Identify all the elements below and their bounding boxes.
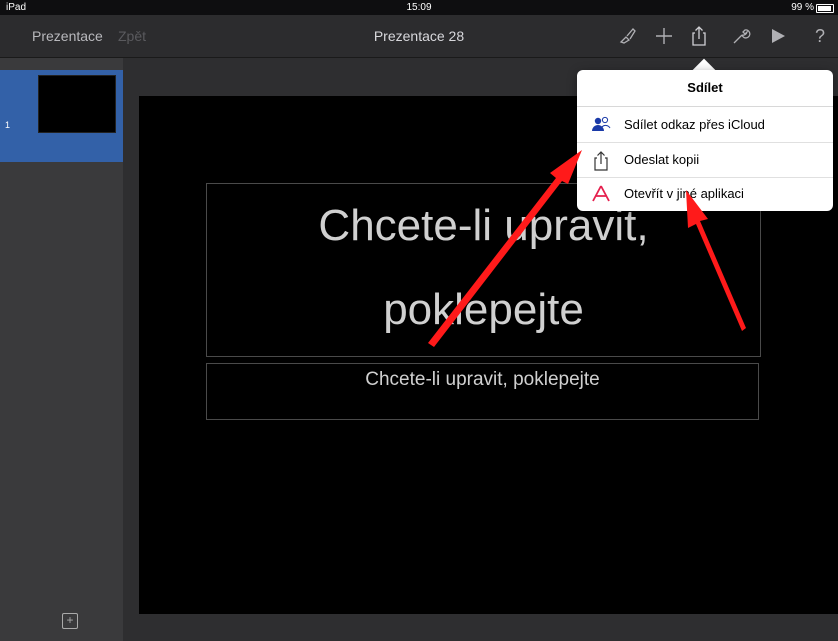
add-slide-button[interactable]: + [62, 613, 78, 629]
wrench-icon[interactable] [727, 22, 755, 50]
share-icon [591, 150, 611, 171]
share-popover: Sdílet Sdílet odkaz přes iCloud Odeslat … [577, 70, 833, 211]
send-copy-item[interactable]: Odeslat kopii [577, 142, 833, 178]
ipad-screen: iPad 15:09 99 % Prezentace Zpět Prezenta… [0, 0, 838, 641]
status-time: 15:09 [406, 2, 432, 13]
slide-navigator: 1 + [0, 58, 123, 641]
toolbar: Prezentace Zpět Prezentace 28 ? [0, 15, 838, 58]
popover-title: Sdílet [577, 70, 833, 107]
plus-icon[interactable] [650, 22, 678, 50]
slide-thumbnail[interactable] [38, 75, 116, 133]
share-icon[interactable] [685, 22, 713, 50]
share-icloud-link-item[interactable]: Sdílet odkaz přes iCloud [577, 107, 833, 143]
people-icon [591, 115, 611, 135]
open-in-app-item[interactable]: Otevřít v jiné aplikaci [577, 176, 833, 211]
status-bar: iPad 15:09 99 % [0, 0, 838, 15]
share-icloud-link-label: Sdílet odkaz přes iCloud [624, 117, 765, 132]
slide-thumbnail-selected[interactable]: 1 [0, 70, 123, 162]
open-in-app-label: Otevřít v jiné aplikaci [624, 186, 744, 201]
subtitle-placeholder[interactable]: Chcete-li upravit, poklepejte [206, 363, 759, 420]
play-icon[interactable] [764, 22, 792, 50]
help-icon[interactable]: ? [806, 22, 834, 50]
app-icon [591, 184, 611, 204]
send-copy-label: Odeslat kopii [624, 152, 700, 167]
slide-number: 1 [5, 120, 11, 130]
title-line-2: poklepejte [383, 285, 584, 334]
paintbrush-icon[interactable] [614, 22, 642, 50]
battery-percent: 99 % [791, 2, 814, 13]
battery-icon [816, 4, 834, 13]
